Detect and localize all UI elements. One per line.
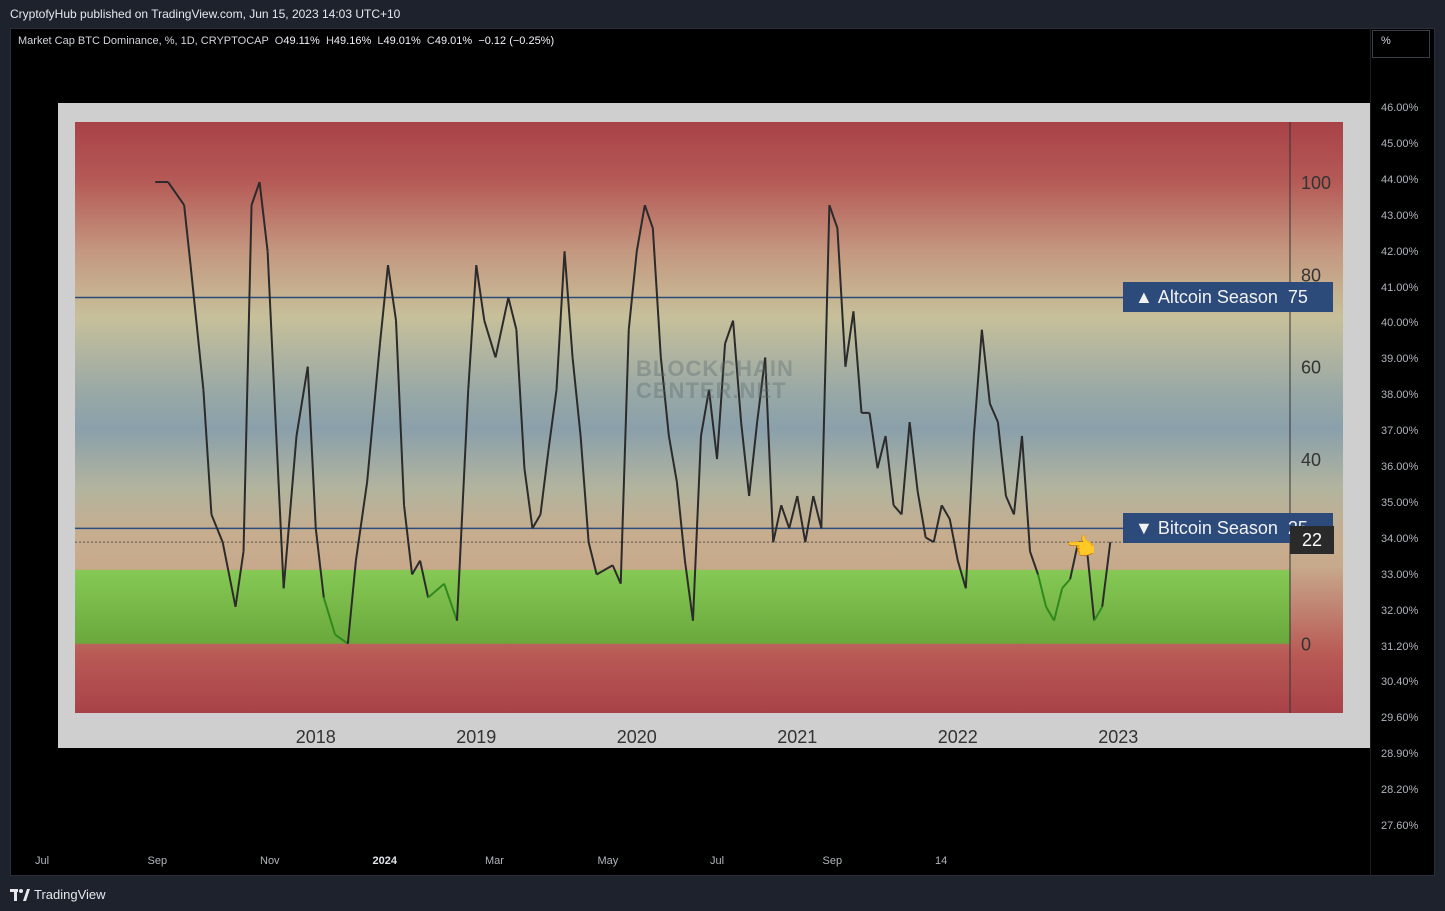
time-axis-tick: Jul (710, 855, 725, 867)
close-value: 49.01% (434, 35, 473, 47)
inner-y-tick-label: 40 (1301, 450, 1321, 470)
footer: TradingView (0, 878, 1445, 911)
inner-x-tick-label: 2019 (456, 727, 496, 747)
altcoin-season-chart: 04060801002018 2019 2020 2021 2022 2023 (75, 122, 1343, 747)
price-axis-tick: 28.20% (1381, 784, 1419, 797)
price-axis-tick: 38.00% (1381, 389, 1419, 402)
tradingview-logo-icon (10, 888, 30, 901)
publish-info: CryptofyHub published on TradingView.com… (10, 7, 401, 21)
price-axis-tick: 34.00% (1381, 532, 1419, 545)
bitcoin-zone-band (75, 569, 1290, 644)
price-axis-tick: 42.00% (1381, 245, 1419, 258)
open-value: 49.11% (283, 35, 320, 47)
inner-x-tick-label: 2021 (777, 727, 817, 747)
inner-x-tick-label: 2018 (296, 727, 336, 747)
inner-x-tick-label: 2022 (938, 727, 978, 747)
inner-x-tick-label: 2020 (617, 727, 657, 747)
pointing-hand-icon: 👈 (1066, 534, 1096, 561)
time-axis-tick: 14 (935, 855, 948, 867)
price-axis-tick: 30.40% (1381, 676, 1419, 689)
price-axis-tick: 41.00% (1381, 281, 1419, 294)
price-axis-tick: 39.00% (1381, 353, 1419, 366)
symbol-name: Market Cap BTC Dominance, %, 1D, CRYPTOC… (18, 35, 269, 47)
inner-x-tick-label: 2023 (1098, 727, 1138, 747)
price-axis-tick: 32.00% (1381, 604, 1419, 617)
price-axis-tick: 43.00% (1381, 209, 1419, 222)
time-axis-tick: Sep (147, 855, 168, 867)
altcoin-marker: ▲ (1135, 286, 1153, 307)
price-axis-tick: 45.00% (1381, 137, 1419, 150)
time-axis-tick: Sep (822, 855, 843, 867)
publish-header: CryptofyHub published on TradingView.com… (0, 0, 1445, 28)
price-axis-tick: 29.60% (1381, 712, 1419, 725)
watermark: BLOCKCHAIN CENTER.NET (636, 358, 794, 402)
price-axis-tick: 46.00% (1381, 102, 1419, 114)
embedded-chart-image: 0 40 60 80 100 2018 2019 2020 2021 2022 2023 BLOCK… (58, 103, 1370, 748)
current-value: 22 (1301, 529, 1323, 550)
price-axis-tick: 44.00% (1381, 173, 1419, 186)
price-axis-tick: 28.90% (1381, 748, 1419, 761)
time-axis-tick: Mar (485, 855, 504, 867)
altcoin-value: 75 (1287, 286, 1308, 307)
watermark-line-2: CENTER.NET (636, 378, 787, 403)
symbol-legend: Market Cap BTC Dominance, %, 1D, CRYPTOC… (18, 35, 554, 47)
current-value-box: 22 (1290, 526, 1334, 554)
altcoin-text: Altcoin Season (1157, 286, 1278, 307)
time-axis-tick: May (597, 855, 619, 867)
price-axis-tick: 40.00% (1381, 317, 1419, 330)
price-axis[interactable]: 46.00% 45.00% 44.00% 43.00% 42.00% 41.00% 40.0… (1370, 28, 1435, 876)
price-axis-tick: 35.00% (1381, 496, 1419, 509)
inner-y-tick-label: 100 (1301, 173, 1331, 193)
close-label: C (426, 35, 435, 47)
high-value: 49.16% (333, 35, 372, 47)
time-axis-tick: Jul (35, 855, 50, 867)
low-value: 49.01% (383, 35, 421, 47)
time-axis-tick: 2024 (372, 855, 397, 867)
price-axis-tick: 36.00% (1381, 461, 1419, 473)
price-axis-tick: 33.00% (1381, 568, 1419, 581)
inner-y-tick-label: 60 (1301, 358, 1321, 378)
price-axis-tick: 37.00% (1381, 425, 1419, 438)
high-label: H (325, 35, 334, 47)
change-value: −0.12 (−0.25%) (478, 35, 555, 47)
price-axis-tick: 31.20% (1381, 640, 1419, 653)
bitcoin-text: Bitcoin Season (1157, 517, 1278, 538)
bitcoin-marker: ▼ (1135, 517, 1153, 538)
inner-y-tick-label: 0 (1301, 635, 1311, 655)
altcoin-season-label: ▲ Altcoin Season 75 (1123, 282, 1333, 313)
tradingview-logo[interactable]: TradingView (10, 887, 106, 902)
price-axis-tick: 27.60% (1381, 820, 1419, 832)
tradingview-brand: TradingView (34, 887, 106, 902)
time-axis-tick: Nov (260, 855, 280, 867)
watermark-line-1: BLOCKCHAIN (636, 356, 794, 381)
time-axis[interactable]: Jul Sep Nov 2024 Mar May Jul Sep 14 (10, 850, 1370, 874)
